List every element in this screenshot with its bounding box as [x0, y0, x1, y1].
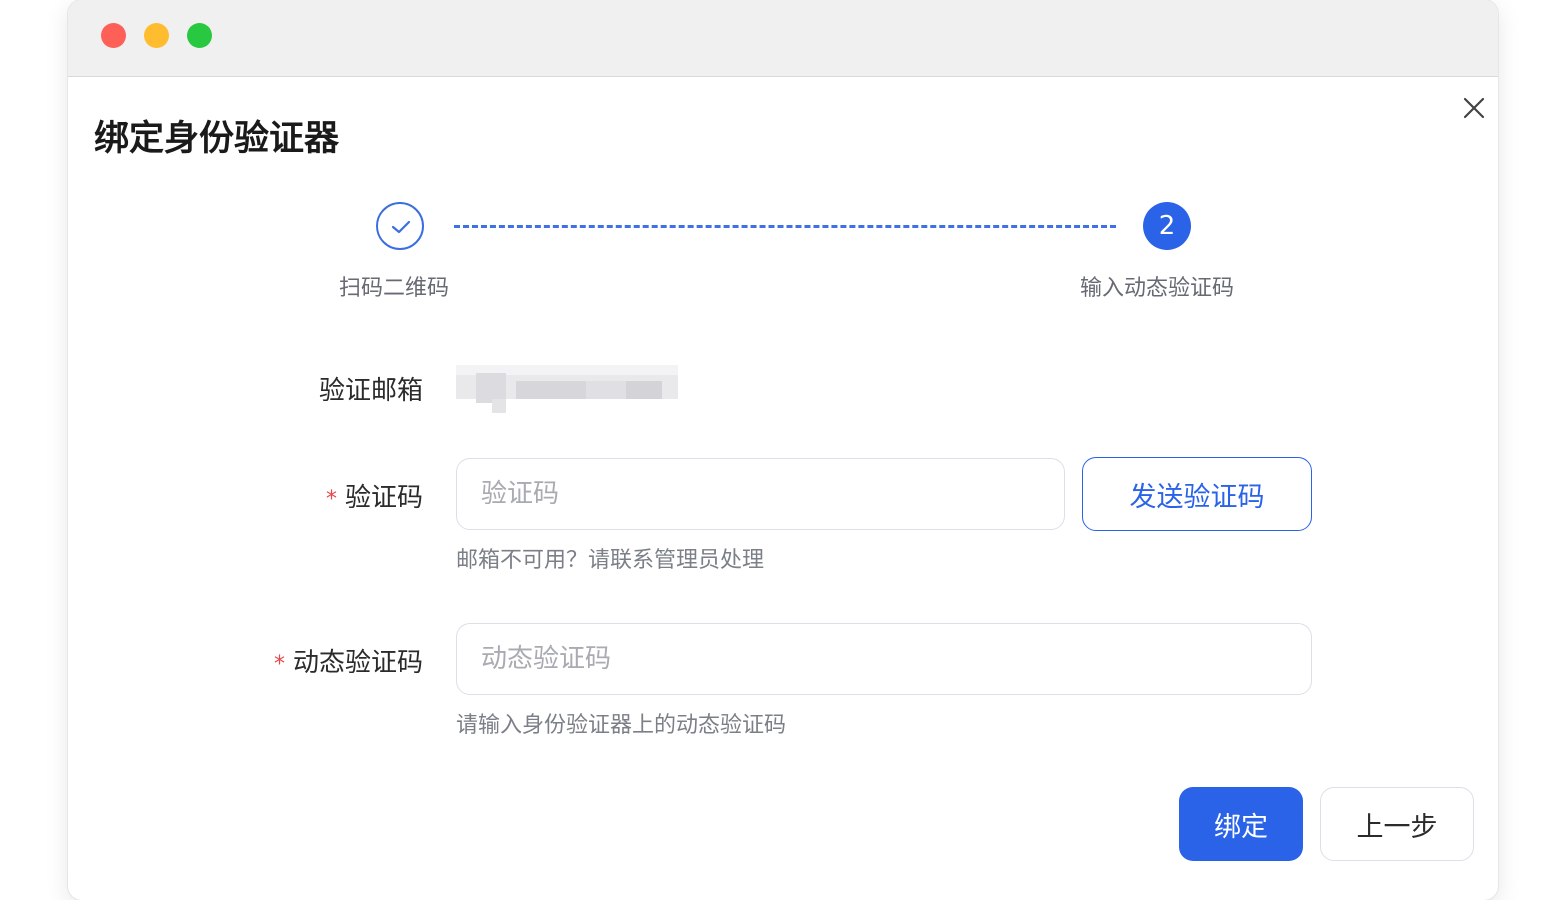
- dynamic-code-input[interactable]: [456, 623, 1312, 695]
- code-label-text: 验证码: [344, 483, 423, 513]
- dynamic-code-label: * 动态验证码: [274, 642, 423, 679]
- step-1-label: 扫码二维码: [339, 276, 450, 301]
- bind-button[interactable]: 绑定: [1179, 787, 1303, 861]
- app-window: 绑定身份验证器 2 扫码二维码 输入动态验证码 验证邮箱 *验证码 发送验证码 …: [68, 0, 1498, 900]
- send-code-button[interactable]: 发送验证码: [1082, 457, 1312, 531]
- step-1-indicator: [376, 202, 424, 250]
- email-label: 验证邮箱: [318, 376, 423, 406]
- close-icon[interactable]: [1461, 95, 1487, 121]
- dynamic-code-label-text: 动态验证码: [292, 648, 423, 678]
- step-2-label: 输入动态验证码: [1080, 276, 1235, 301]
- title-bar: [68, 0, 1498, 77]
- dynamic-code-hint: 请输入身份验证器上的动态验证码: [456, 713, 787, 738]
- window-zoom-button[interactable]: [187, 23, 212, 48]
- check-icon: [391, 220, 411, 234]
- step-2-indicator: 2: [1143, 202, 1191, 250]
- code-hint: 邮箱不可用？请联系管理员处理: [456, 548, 765, 573]
- required-mark: *: [325, 487, 337, 512]
- dialog-title: 绑定身份验证器: [94, 119, 340, 159]
- back-button[interactable]: 上一步: [1320, 787, 1474, 861]
- code-label: * 验证码: [326, 477, 423, 514]
- window-close-button[interactable]: [101, 23, 126, 48]
- window-minimize-button[interactable]: [144, 23, 169, 48]
- redacted-email-value: [456, 365, 678, 413]
- step-connector: [454, 225, 1116, 228]
- required-mark: *: [273, 652, 285, 677]
- code-input[interactable]: [456, 458, 1065, 530]
